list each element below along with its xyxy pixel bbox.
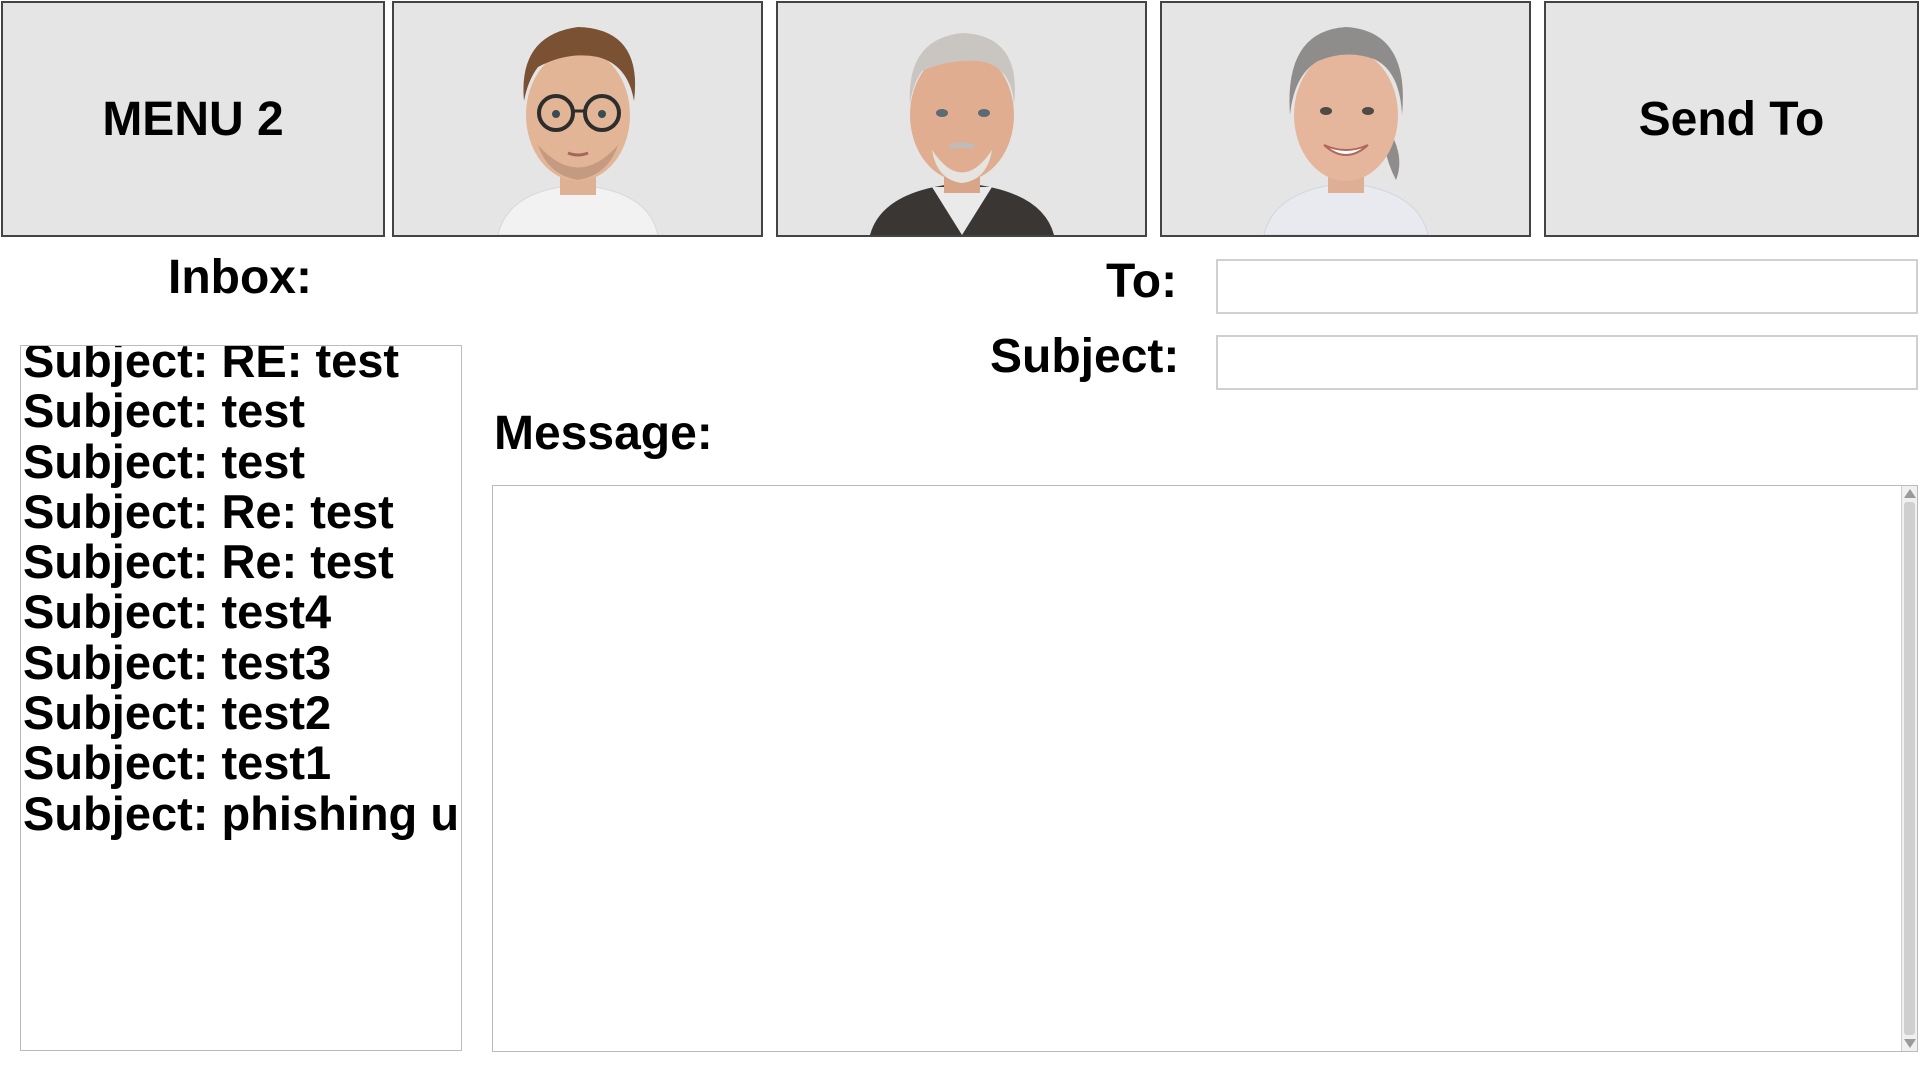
older-man-icon [862,5,1062,235]
scroll-down-icon[interactable] [1904,1039,1916,1048]
contact-2-button[interactable] [776,1,1147,237]
older-woman-icon [1246,5,1446,235]
list-item[interactable]: Subject: Re: test [23,536,461,587]
scroll-up-icon[interactable] [1904,489,1916,498]
send-to-button[interactable]: Send To [1544,1,1919,237]
email-app: MENU 2 Send To Inbox: Subject: RE: test … [0,0,1920,1080]
inbox-items: Subject: RE: test Subject: test Subject:… [21,346,461,839]
menu-2-label: MENU 2 [102,92,284,146]
list-item[interactable]: Subject: test [23,385,461,436]
contact-1-button[interactable] [392,1,763,237]
message-input[interactable] [493,486,1893,1051]
message-scrollbar[interactable] [1901,486,1917,1051]
list-item[interactable]: Subject: test1 [23,738,461,789]
to-input[interactable] [1218,261,1916,312]
send-to-label: Send To [1638,92,1825,146]
inbox-list[interactable]: Subject: RE: test Subject: test Subject:… [20,345,462,1051]
to-label: To: [1106,255,1178,308]
list-item[interactable]: Subject: Re: test [23,486,461,537]
contact-3-button[interactable] [1160,1,1531,237]
to-field[interactable] [1216,259,1918,314]
subject-field[interactable] [1216,335,1918,390]
list-item[interactable]: Subject: test3 [23,637,461,688]
subject-label: Subject: [990,330,1180,383]
menu-2-button[interactable]: MENU 2 [1,1,385,237]
list-item[interactable]: Subject: test4 [23,587,461,638]
list-item[interactable]: Subject: test [23,436,461,487]
subject-input[interactable] [1218,337,1916,388]
inbox-label: Inbox: [168,251,312,304]
message-area[interactable] [492,485,1918,1052]
young-man-glasses-icon [478,5,678,235]
message-label: Message: [494,407,713,460]
list-item[interactable]: Subject: test2 [23,687,461,738]
list-item[interactable]: Subject: phishing u [23,788,461,839]
list-item[interactable]: Subject: RE: test [23,346,461,386]
scroll-thumb[interactable] [1904,502,1915,1035]
